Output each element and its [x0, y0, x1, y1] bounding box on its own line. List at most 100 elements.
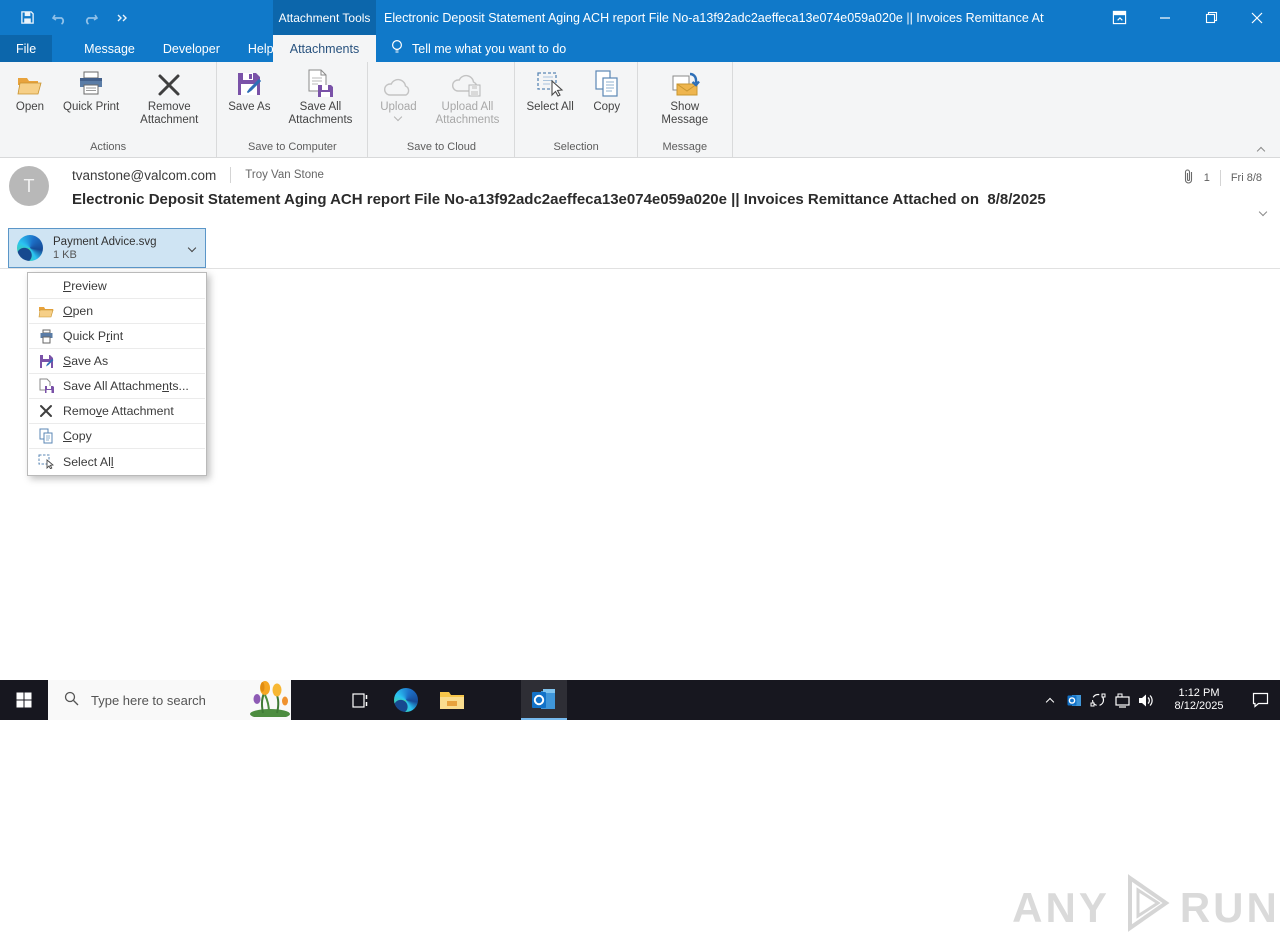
message-header: T tvanstone@valcom.com Troy Van Stone El… [0, 158, 1280, 225]
ribbon-group-selection: Select All Copy Selection [515, 62, 637, 157]
outlook-message-window: Attachment Tools Electronic Deposit Stat… [0, 0, 1280, 720]
chevron-down-icon [394, 113, 402, 121]
hidden-icons-chevron[interactable] [1038, 696, 1062, 705]
window-controls [1096, 0, 1280, 35]
copy-button[interactable]: Copy [581, 64, 633, 116]
context-menu-item-label: Save As [63, 354, 108, 368]
context-menu-item-label: Preview [63, 279, 107, 293]
remove-attachment-button[interactable]: Remove Attachment [126, 64, 212, 129]
task-view-button[interactable] [337, 680, 383, 720]
context-menu-item-label: Select All [63, 455, 114, 469]
quick-print-button[interactable]: Quick Print [56, 64, 126, 116]
window-title: Electronic Deposit Statement Aging ACH r… [384, 0, 1044, 35]
restore-button[interactable] [1188, 0, 1234, 35]
paperclip-icon [1183, 168, 1194, 187]
open-folder-icon [29, 304, 63, 318]
save-as-icon [29, 354, 63, 369]
open-folder-icon [16, 68, 44, 98]
select-all-button[interactable]: Select All [519, 64, 580, 116]
attachment-count: 1 [1204, 172, 1210, 184]
taskbar-search-input[interactable]: Type here to search [48, 680, 291, 720]
tab-developer[interactable]: Developer [149, 35, 234, 62]
tell-me-box[interactable]: Tell me what you want to do [378, 35, 578, 62]
select-all-icon [29, 454, 63, 469]
context-menu-item-copy[interactable]: Copy [29, 424, 205, 449]
minimize-button[interactable] [1142, 0, 1188, 35]
volume-tray-icon[interactable] [1134, 693, 1158, 708]
context-menu-item-preview[interactable]: Preview [29, 274, 205, 299]
context-menu-item-quick-print[interactable]: Quick Print [29, 324, 205, 349]
divider [230, 167, 231, 183]
search-icon [64, 691, 79, 709]
close-button[interactable] [1234, 0, 1280, 35]
save-icon[interactable] [18, 9, 36, 27]
ribbon-display-options-icon[interactable] [1096, 0, 1142, 35]
copy-icon [594, 68, 620, 98]
edge-taskbar-icon[interactable] [383, 680, 429, 720]
upload-all-cloud-icon [451, 68, 483, 98]
firefox-taskbar-icon[interactable] [475, 680, 521, 720]
show-message-button[interactable]: Show Message [642, 64, 728, 129]
context-menu-item-label: Open [63, 304, 93, 318]
title-bar: Attachment Tools Electronic Deposit Stat… [0, 0, 1280, 35]
ribbon: Open Quick Print Remove Attachment Actio… [0, 62, 1280, 158]
file-explorer-taskbar-icon[interactable] [429, 680, 475, 720]
context-menu-item-select-all[interactable]: Select All [29, 449, 205, 474]
save-all-attachments-icon [305, 68, 335, 98]
taskbar-clock[interactable]: 1:12 PM 8/12/2025 [1164, 687, 1234, 713]
ribbon-group-save-to-computer: Save As Save All Attachments Save to Com… [217, 62, 368, 157]
upload-button: Upload [372, 64, 424, 122]
group-label-message: Message [642, 139, 728, 157]
outlook-taskbar-icon[interactable] [521, 680, 567, 720]
action-center-icon[interactable] [1240, 692, 1280, 708]
context-menu-item-label: Quick Print [63, 329, 123, 343]
meet-now-tray-icon[interactable] [1086, 692, 1110, 708]
copy-pages-icon [29, 428, 63, 444]
anyrun-logo-icon [1116, 872, 1174, 944]
attachment-filename: Payment Advice.svg [53, 236, 189, 248]
save-as-button[interactable]: Save As [221, 64, 277, 116]
open-button[interactable]: Open [4, 64, 56, 116]
ribbon-group-actions: Open Quick Print Remove Attachment Actio… [0, 62, 217, 157]
tab-message[interactable]: Message [70, 35, 149, 62]
save-all-icon [29, 378, 63, 394]
tab-attachments[interactable]: Attachments [273, 35, 376, 62]
context-menu-item-remove-attachment[interactable]: Remove Attachment [29, 399, 205, 424]
search-highlight-flowers-icon[interactable] [249, 677, 291, 720]
sender-address[interactable]: tvanstone@valcom.com [72, 168, 216, 183]
outlook-tray-icon[interactable] [1062, 693, 1086, 708]
attachments-row: Payment Advice.svg 1 KB [0, 225, 1280, 269]
ribbon-tab-row: File Message Developer Help Attachments … [0, 35, 1280, 62]
received-date: Fri 8/8 [1231, 172, 1262, 184]
ribbon-group-save-to-cloud: Upload Upload All Attachments Save to Cl… [368, 62, 515, 157]
lightbulb-icon [390, 39, 404, 58]
context-menu-item-save-as[interactable]: Save As [29, 349, 205, 374]
collapse-ribbon-icon[interactable] [1258, 141, 1268, 151]
show-message-icon [670, 68, 700, 98]
start-button[interactable] [0, 680, 48, 720]
group-label-selection: Selection [519, 139, 632, 157]
select-all-icon [536, 68, 564, 98]
printer-icon [29, 329, 63, 344]
group-label-save-to-computer: Save to Computer [221, 139, 363, 157]
group-label-actions: Actions [4, 139, 212, 157]
context-menu-item-save-all-attachments[interactable]: Save All Attachments... [29, 374, 205, 399]
attachment-chip[interactable]: Payment Advice.svg 1 KB [8, 228, 206, 268]
upload-cloud-icon [383, 68, 413, 98]
avatar[interactable]: T [9, 166, 49, 206]
undo-icon[interactable] [50, 9, 68, 27]
tab-file[interactable]: File [0, 35, 52, 62]
save-all-attachments-button[interactable]: Save All Attachments [277, 64, 363, 129]
expand-header-icon[interactable] [1260, 202, 1266, 220]
edge-file-icon [17, 235, 43, 261]
attachment-dropdown-icon[interactable] [188, 244, 196, 252]
customize-qat-icon[interactable] [114, 9, 132, 27]
redo-icon[interactable] [82, 9, 100, 27]
system-tray: 1:12 PM 8/12/2025 [1038, 680, 1280, 720]
printer-icon [77, 68, 105, 98]
context-menu-item-open[interactable]: Open [29, 299, 205, 324]
upload-all-attachments-button: Upload All Attachments [424, 64, 510, 129]
network-tray-icon[interactable] [1110, 693, 1134, 708]
context-menu-item-label: Remove Attachment [63, 404, 174, 418]
divider [1220, 170, 1221, 186]
